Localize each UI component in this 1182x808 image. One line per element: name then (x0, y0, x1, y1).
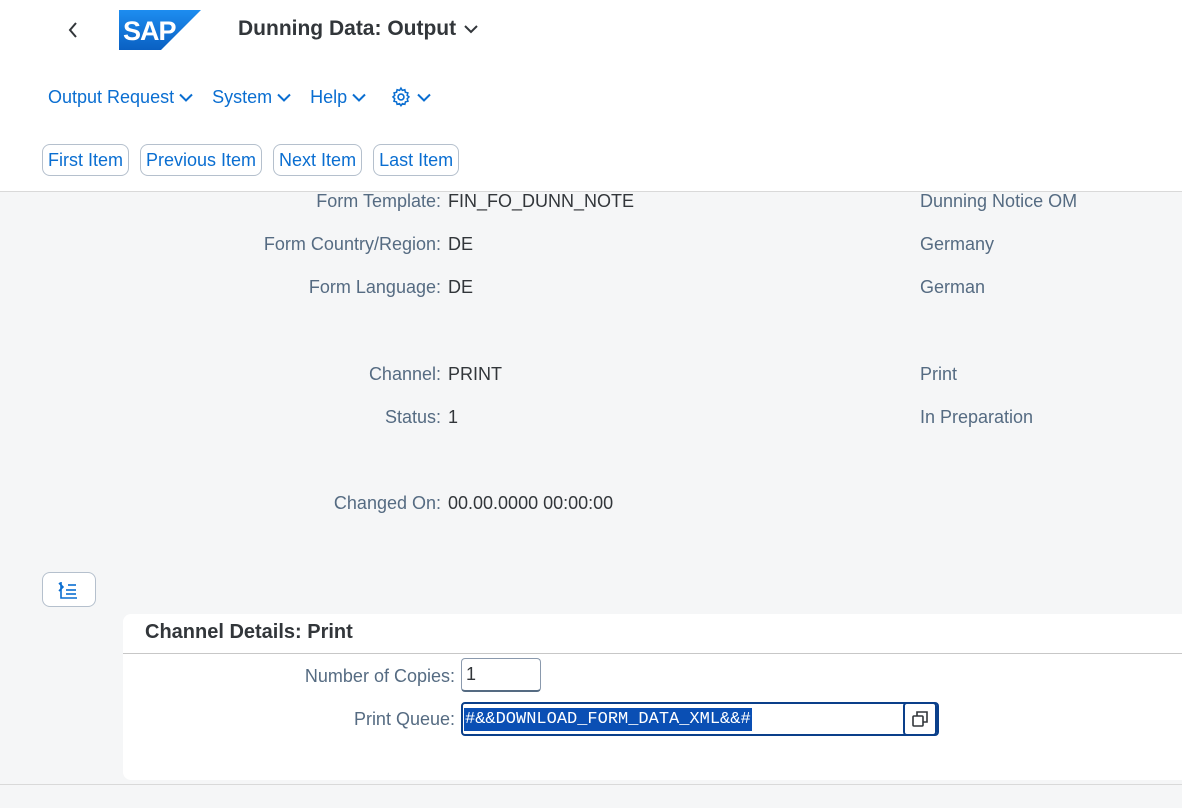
menu-label: System (212, 86, 273, 107)
chevron-down-icon (277, 93, 291, 102)
form-template-label: Form Template: (316, 191, 441, 211)
bottom-divider (0, 784, 1182, 785)
print-queue-value: #&&DOWNLOAD_FORM_DATA_XML&&# (464, 707, 752, 731)
chevron-down-icon (352, 93, 366, 102)
form-country-value: DE (448, 234, 474, 254)
form-template-description: Dunning Notice OM (920, 191, 1078, 211)
form-template-value: FIN_FO_DUNN_NOTE (448, 191, 635, 211)
form-language-value: DE (448, 277, 474, 297)
copies-input[interactable] (461, 658, 541, 692)
item-navigation-toolbar: First Item Previous Item Next Item Last … (42, 144, 460, 176)
status-label: Status: (384, 407, 441, 427)
gear-icon (391, 86, 411, 107)
changed-on-label: Changed On: (333, 493, 441, 513)
channel-value: PRINT (448, 364, 502, 384)
previous-item-button[interactable]: Previous Item (140, 144, 263, 176)
panel-divider (123, 653, 1182, 654)
form-language-description: German (920, 277, 986, 297)
menu-system[interactable]: System (212, 87, 291, 108)
changed-on-value: 00.00.0000 00:00:00 (448, 493, 614, 513)
print-queue-label: Print Queue: (353, 709, 455, 729)
settings-menu[interactable] (385, 86, 431, 108)
form-language-label: Form Language: (308, 277, 441, 297)
print-queue-input[interactable]: #&&DOWNLOAD_FORM_DATA_XML&&# (461, 702, 939, 736)
chevron-left-icon (68, 22, 77, 38)
form-country-label: Form Country/Region: (263, 234, 441, 254)
menu-help[interactable]: Help (310, 87, 366, 108)
chevron-down-icon (417, 93, 431, 102)
menu-label: Help (310, 86, 348, 107)
svg-text:SAP: SAP (123, 16, 177, 46)
chevron-down-icon (179, 93, 193, 102)
copies-label: Number of Copies: (304, 666, 455, 686)
first-item-button[interactable]: First Item (42, 144, 129, 176)
menu-label: Output Request (48, 86, 175, 107)
sap-logo: SAP (119, 10, 201, 50)
toggle-details-button[interactable] (42, 572, 96, 607)
menu-bar: Output Request System Help (48, 84, 450, 110)
value-help-button[interactable] (903, 702, 937, 736)
channel-details-panel: Channel Details: Print Number of Copies:… (123, 614, 1182, 780)
menu-output-request[interactable]: Output Request (48, 87, 193, 108)
collapse-panel-icon (58, 581, 77, 599)
status-description: In Preparation (920, 407, 1034, 427)
last-item-button[interactable]: Last Item (373, 144, 460, 176)
next-item-button[interactable]: Next Item (273, 144, 363, 176)
app-title-menu[interactable]: Dunning Data: Output (238, 17, 478, 41)
channel-description: Print (920, 364, 958, 384)
form-country-description: Germany (920, 234, 995, 254)
chevron-down-icon (464, 25, 478, 34)
channel-details-title: Channel Details: Print (145, 621, 353, 643)
status-value: 1 (448, 407, 459, 427)
back-button[interactable] (60, 16, 86, 44)
value-help-icon (912, 711, 928, 727)
channel-label: Channel: (368, 364, 441, 384)
shell-bar: SAP Dunning Data: Output Output Request … (0, 0, 1182, 192)
app-title: Dunning Data: Output (238, 17, 457, 40)
